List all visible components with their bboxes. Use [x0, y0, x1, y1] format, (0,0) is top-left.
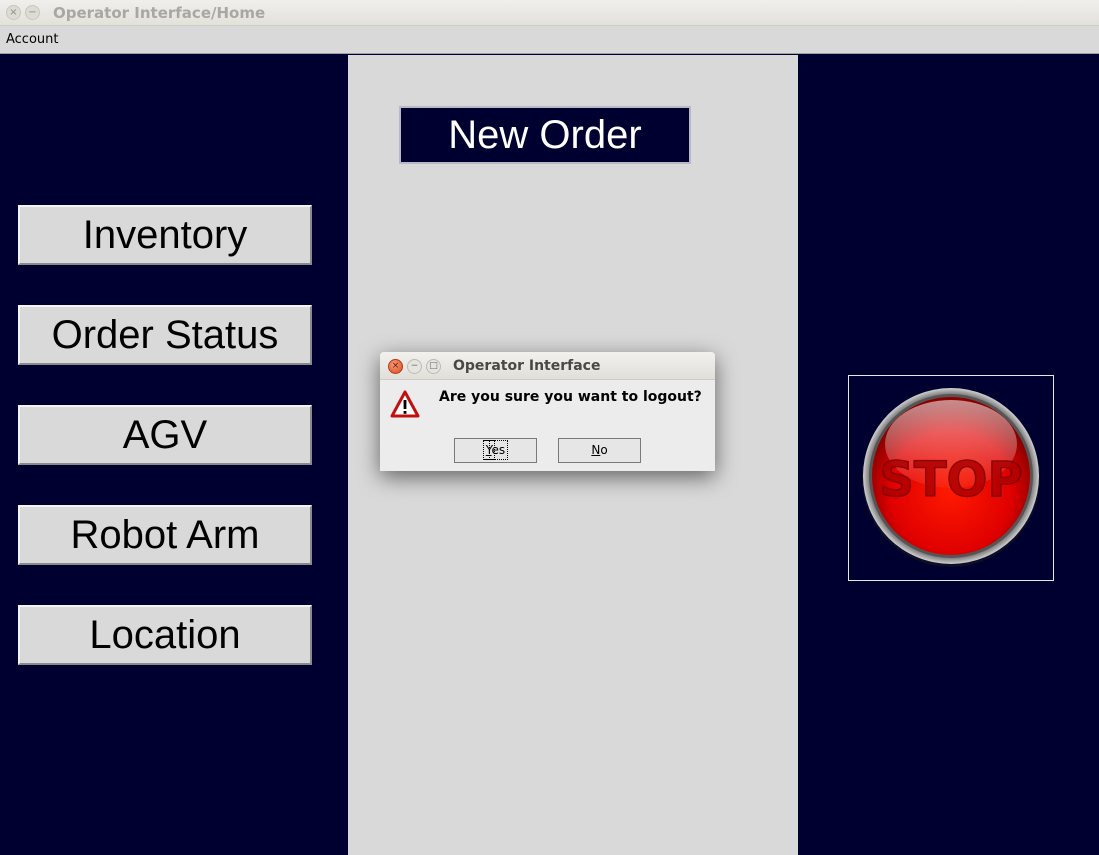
window-close-icon[interactable]: ×: [6, 5, 21, 20]
yes-label: es: [488, 440, 509, 460]
no-button[interactable]: No: [558, 438, 641, 463]
stop-icon: STOP: [862, 388, 1040, 567]
dialog-maximize-icon[interactable]: □: [426, 359, 441, 374]
menubar: Account: [0, 26, 1099, 54]
no-label: o: [600, 443, 608, 457]
window-titlebar: × − Operator Interface/Home: [0, 0, 1099, 26]
logout-confirm-dialog: × − □ Operator Interface Are you sure yo…: [380, 352, 715, 471]
window-minimize-icon[interactable]: −: [25, 5, 40, 20]
emergency-stop-button[interactable]: STOP: [848, 375, 1054, 581]
yes-button[interactable]: Yes: [454, 438, 537, 463]
inventory-button[interactable]: Inventory: [18, 205, 312, 265]
menu-account[interactable]: Account: [6, 32, 59, 47]
dialog-minimize-icon[interactable]: −: [407, 359, 422, 374]
dialog-titlebar: × − □ Operator Interface: [380, 352, 715, 380]
dialog-message: Are you sure you want to logout?: [439, 389, 702, 405]
no-mnemonic: N: [591, 443, 601, 457]
dialog-title: Operator Interface: [453, 358, 601, 374]
dialog-close-icon[interactable]: ×: [388, 359, 403, 374]
stop-label: STOP: [879, 452, 1022, 508]
order-status-button[interactable]: Order Status: [18, 305, 312, 365]
window-title: Operator Interface/Home: [53, 4, 266, 22]
robot-arm-button[interactable]: Robot Arm: [18, 505, 312, 565]
yes-mnemonic: Y: [482, 440, 495, 460]
location-button[interactable]: Location: [18, 605, 312, 665]
new-order-button[interactable]: New Order: [399, 106, 691, 164]
warning-icon: [390, 390, 420, 422]
agv-button[interactable]: AGV: [18, 405, 312, 465]
